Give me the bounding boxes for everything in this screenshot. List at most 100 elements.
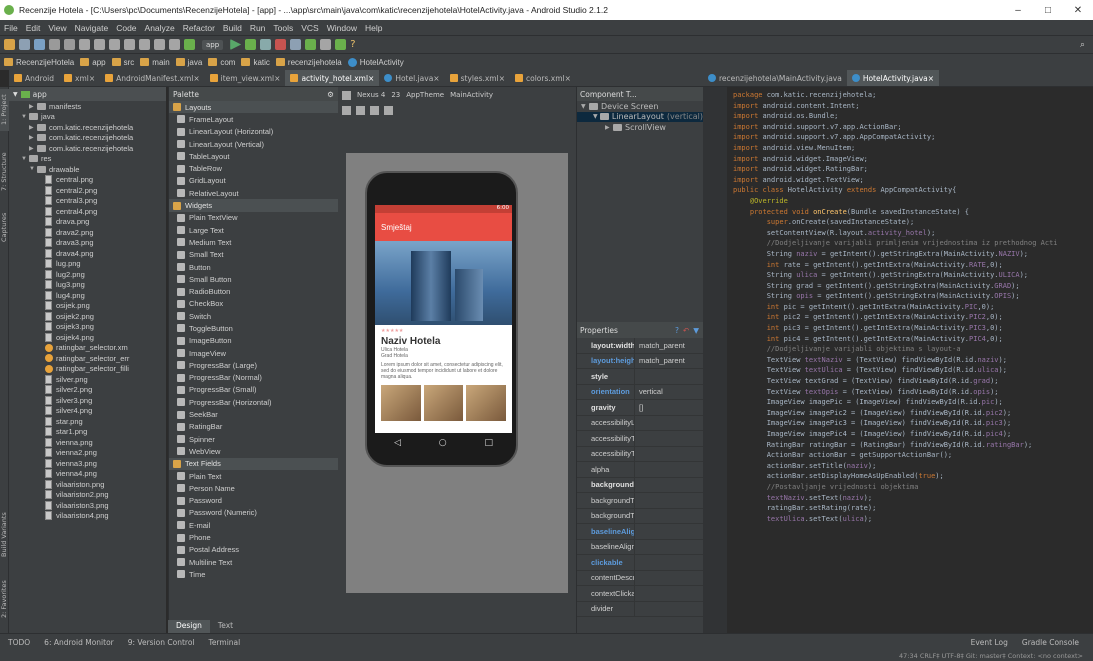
- collapse-arrow-icon[interactable]: ▶: [29, 134, 37, 141]
- menu-tools[interactable]: Tools: [273, 23, 293, 33]
- property-row[interactable]: orientation vertical: [577, 384, 703, 400]
- event-log-button[interactable]: Event Log: [971, 638, 1008, 647]
- design-mode-icon[interactable]: [342, 90, 351, 100]
- property-row[interactable]: contentDescr: [577, 570, 703, 586]
- code-line[interactable]: import android.support.v7.app.ActionBar;: [733, 122, 1058, 133]
- code-line[interactable]: protected void onCreate(Bundle savedInst…: [733, 207, 1058, 218]
- sync-icon[interactable]: [34, 39, 45, 50]
- code-line[interactable]: String ulica = getIntent().getStringExtr…: [733, 270, 1058, 281]
- structure-tool-tab[interactable]: 7: Structure: [0, 147, 9, 197]
- make-project-icon[interactable]: [184, 39, 195, 50]
- project-tree-item[interactable]: central.png: [9, 175, 166, 186]
- tab-close-icon[interactable]: ×: [89, 74, 95, 83]
- code-line[interactable]: public class HotelActivity extends AppCo…: [733, 185, 1058, 196]
- hotel-image[interactable]: [375, 241, 512, 325]
- project-tree-item[interactable]: osijek3.png: [9, 322, 166, 333]
- palette-item[interactable]: E-mail: [169, 519, 338, 531]
- property-row[interactable]: accessibilityT: [577, 431, 703, 447]
- sdk-manager-icon[interactable]: [305, 39, 317, 50]
- property-row[interactable]: accessibilityT: [577, 446, 703, 462]
- hotel-name-text[interactable]: Naziv Hotela: [375, 334, 512, 347]
- project-tree-item[interactable]: ▶ com.katic.recenzijehotela: [9, 143, 166, 154]
- code-line[interactable]: import android.view.MenuItem;: [733, 143, 1058, 154]
- code-line[interactable]: super.onCreate(savedInstanceState);: [733, 217, 1058, 228]
- breadcrumb-item[interactable]: katic: [241, 58, 270, 67]
- editor-tab[interactable]: AndroidManifest.xml ×: [100, 70, 205, 86]
- menu-build[interactable]: Build: [223, 23, 242, 33]
- palette-item[interactable]: ProgressBar (Large): [169, 359, 338, 371]
- code-line[interactable]: RatingBar ratingBar = (RatingBar) findVi…: [733, 440, 1058, 451]
- code-line[interactable]: ImageView imagePic3 = (ImageView) findVi…: [733, 418, 1058, 429]
- property-row[interactable]: divider: [577, 601, 703, 617]
- tab-close-icon[interactable]: ×: [565, 74, 571, 83]
- expand-arrow-icon[interactable]: ▼: [21, 156, 29, 162]
- palette-item[interactable]: Password (Numeric): [169, 507, 338, 519]
- theme-select[interactable]: AppTheme: [406, 91, 444, 99]
- editor-tab[interactable]: HotelActivity.java ×: [846, 70, 940, 86]
- rating-bar[interactable]: ★★★★★: [375, 325, 512, 334]
- menu-help[interactable]: Help: [365, 23, 382, 33]
- breadcrumb-item[interactable]: java: [175, 58, 202, 67]
- palette-item[interactable]: FrameLayout: [169, 113, 338, 125]
- property-row[interactable]: style: [577, 369, 703, 385]
- tab-design[interactable]: Design: [168, 620, 210, 633]
- expand-arrow-icon[interactable]: ▼: [21, 114, 29, 120]
- menu-edit[interactable]: Edit: [26, 23, 41, 33]
- code-line[interactable]: textUlica.setText(ulica);: [733, 514, 1058, 525]
- code-line[interactable]: int pic = getIntent().getIntExtra(MainAc…: [733, 302, 1058, 313]
- editor-tab[interactable]: styles.xml ×: [445, 70, 510, 86]
- palette-item[interactable]: Small Text: [169, 249, 338, 261]
- palette-item[interactable]: Spinner: [169, 433, 338, 445]
- code-line[interactable]: setContentView(R.layout.activity_hotel);: [733, 228, 1058, 239]
- project-tree-item[interactable]: ratingbar_selector_filli: [9, 364, 166, 375]
- project-tree-item[interactable]: lug2.png: [9, 269, 166, 280]
- api-select[interactable]: 23: [391, 91, 400, 99]
- copy-icon[interactable]: [94, 39, 105, 50]
- project-tree-item[interactable]: vienna4.png: [9, 469, 166, 480]
- project-tree-item[interactable]: osijek4.png: [9, 332, 166, 343]
- palette-item[interactable]: ProgressBar (Small): [169, 384, 338, 396]
- save-icon[interactable]: [19, 39, 30, 50]
- project-tree-item[interactable]: osijek.png: [9, 301, 166, 312]
- menu-run[interactable]: Run: [250, 23, 266, 33]
- palette-item[interactable]: Person Name: [169, 482, 338, 494]
- back-icon[interactable]: [154, 39, 165, 50]
- code-line[interactable]: //Dodjeljivanje varijabli objektima s la…: [733, 344, 1058, 355]
- code-line[interactable]: import android.widget.ImageView;: [733, 154, 1058, 165]
- properties-undo-icon[interactable]: ↶: [683, 326, 689, 335]
- property-row[interactable]: baselineAlign: [577, 524, 703, 540]
- palette-item[interactable]: ToggleButton: [169, 322, 338, 334]
- palette-item[interactable]: Button: [169, 261, 338, 273]
- properties-help-icon[interactable]: ?: [675, 326, 679, 335]
- project-tree-item[interactable]: ▼ java: [9, 112, 166, 123]
- project-tree-item[interactable]: ratingbar_selector_err: [9, 353, 166, 364]
- property-row[interactable]: background: [577, 477, 703, 493]
- palette-item[interactable]: Plain Text: [169, 470, 338, 482]
- properties-filter-icon[interactable]: ▼: [693, 326, 699, 335]
- palette-item[interactable]: ImageView: [169, 347, 338, 359]
- project-tree-item[interactable]: silver.png: [9, 374, 166, 385]
- menu-code[interactable]: Code: [116, 23, 136, 33]
- project-tree-item[interactable]: drava2.png: [9, 227, 166, 238]
- project-root[interactable]: ▼ app: [9, 87, 166, 101]
- code-line[interactable]: import android.widget.TextView;: [733, 175, 1058, 186]
- palette-item[interactable]: LinearLayout (Vertical): [169, 138, 338, 150]
- editor-tab[interactable]: xml ×: [59, 70, 100, 86]
- editor-tab[interactable]: colors.xml ×: [510, 70, 576, 86]
- property-row[interactable]: layout:width match_parent: [577, 338, 703, 354]
- code-text[interactable]: package com.katic.recenzijehotela; import…: [733, 90, 1058, 524]
- zoom-in-icon[interactable]: [342, 105, 351, 115]
- palette-item[interactable]: Phone: [169, 531, 338, 543]
- close-button[interactable]: ✕: [1063, 5, 1093, 16]
- property-row[interactable]: contextClicka: [577, 586, 703, 602]
- palette-item[interactable]: Password: [169, 495, 338, 507]
- menu-analyze[interactable]: Analyze: [145, 23, 175, 33]
- palette-item[interactable]: WebView: [169, 445, 338, 457]
- palette-item[interactable]: ProgressBar (Horizontal): [169, 396, 338, 408]
- menu-navigate[interactable]: Navigate: [75, 23, 109, 33]
- editor-tab[interactable]: item_view.xml ×: [205, 70, 286, 86]
- project-tool-tab[interactable]: 1: Project: [0, 89, 9, 131]
- thumbnail-image[interactable]: [381, 385, 421, 421]
- terminal-tool-button[interactable]: Terminal: [209, 638, 241, 647]
- palette-item[interactable]: Time: [169, 568, 338, 580]
